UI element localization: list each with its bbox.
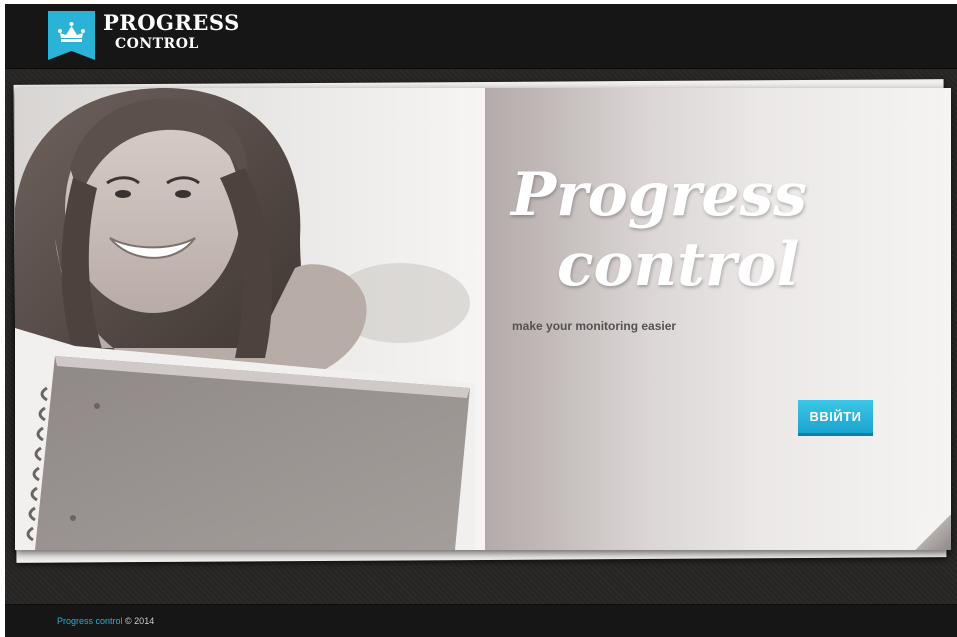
footer-home-link[interactable]: Progress control bbox=[57, 616, 123, 626]
site-footer: Progress control © 2014 bbox=[5, 604, 957, 637]
logo-link[interactable]: PROGRESS CONTROL bbox=[48, 11, 239, 63]
hero-content: Progress control make your monitoring ea… bbox=[485, 88, 951, 550]
woman-with-notebook-image bbox=[15, 88, 475, 550]
hero-photo bbox=[15, 88, 485, 550]
hero-title-line1: Progress bbox=[511, 160, 808, 230]
crown-icon bbox=[48, 11, 95, 60]
hero-title: Progress control bbox=[511, 160, 931, 300]
page-curl-decoration bbox=[915, 514, 951, 550]
hero-stage: Progress control make your monitoring ea… bbox=[5, 70, 957, 604]
hero-banner: Progress control make your monitoring ea… bbox=[15, 88, 951, 550]
footer-copyright: Progress control © 2014 bbox=[57, 616, 154, 626]
logo-title: PROGRESS bbox=[103, 10, 240, 35]
hero-title-line2: control bbox=[557, 230, 800, 300]
hero-tagline: make your monitoring easier bbox=[512, 319, 677, 333]
page-frame: PROGRESS CONTROL Progress control make y… bbox=[5, 4, 957, 637]
logo-subtitle: CONTROL bbox=[115, 36, 199, 52]
login-button[interactable]: ВВІЙТИ bbox=[798, 400, 873, 436]
copyright-text: © 2014 bbox=[125, 616, 155, 626]
site-header: PROGRESS CONTROL bbox=[5, 4, 957, 69]
